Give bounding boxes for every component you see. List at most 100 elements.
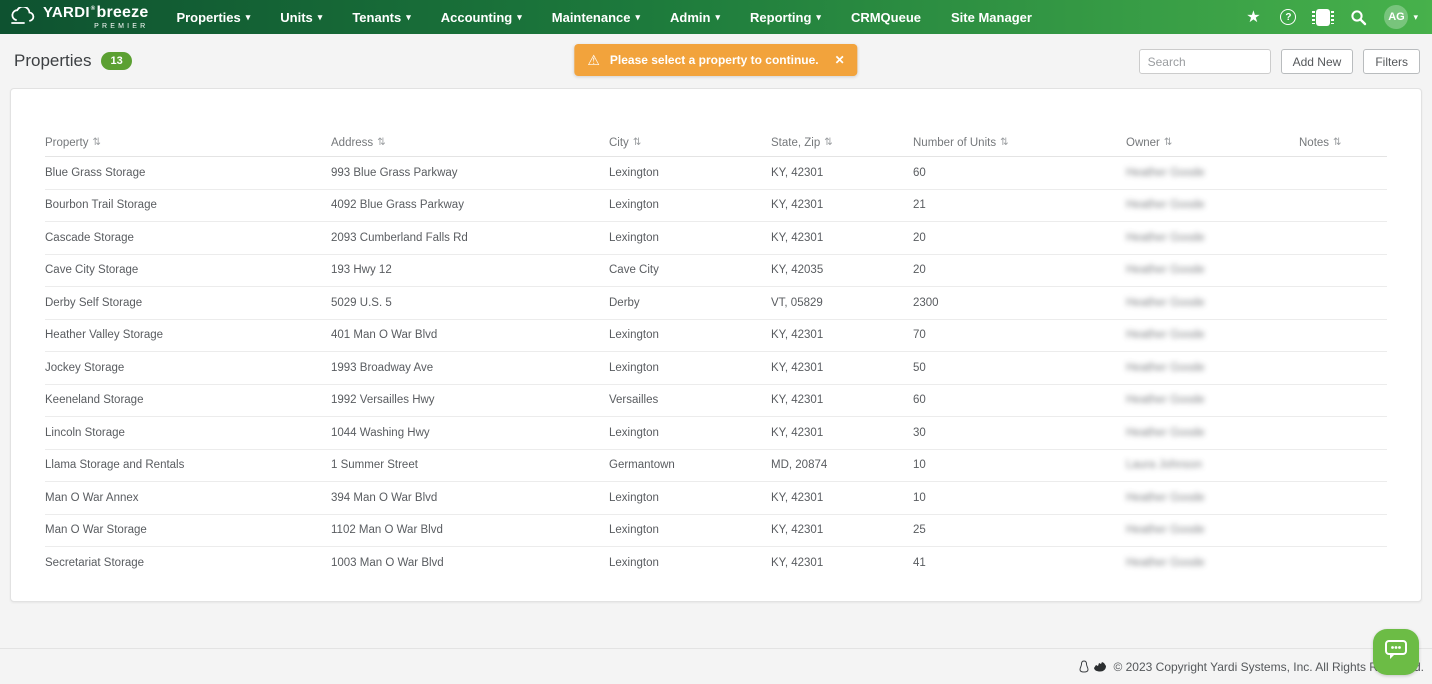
cell-units: 20 [913, 232, 1126, 244]
cell-address: 1044 Washing Hwy [331, 427, 609, 439]
cell-owner: Heather Goode [1126, 167, 1299, 179]
cell-address: 394 Man O War Blvd [331, 492, 609, 504]
table-header-row: Property⇅ Address⇅ City⇅ State, Zip⇅ Num… [45, 129, 1387, 156]
cell-property[interactable]: Keeneland Storage [45, 394, 331, 406]
search-icon[interactable] [1349, 8, 1367, 26]
cell-city: Lexington [609, 362, 771, 374]
cell-state-zip: KY, 42035 [771, 264, 913, 276]
properties-panel: Property⇅ Address⇅ City⇅ State, Zip⇅ Num… [10, 88, 1422, 602]
nav-item-crmqueue[interactable]: CRMQueue [851, 10, 921, 25]
table-row[interactable]: Bourbon Trail Storage 4092 Blue Grass Pa… [45, 189, 1387, 222]
chat-launcher-button[interactable] [1373, 629, 1419, 675]
cell-units: 41 [913, 557, 1126, 569]
column-header-owner[interactable]: Owner⇅ [1126, 137, 1299, 149]
table-row[interactable]: Llama Storage and Rentals 1 Summer Stree… [45, 449, 1387, 482]
add-new-button[interactable]: Add New [1281, 49, 1354, 74]
cell-city: Lexington [609, 427, 771, 439]
table-row[interactable]: Heather Valley Storage 401 Man O War Blv… [45, 319, 1387, 352]
nav-menu: Properties▾ Units▾ Tenants▾ Accounting▾ Main… [176, 10, 1032, 25]
cell-address: 4092 Blue Grass Parkway [331, 199, 609, 211]
cell-property[interactable]: Cave City Storage [45, 264, 331, 276]
cell-city: Versailles [609, 394, 771, 406]
nav-item-admin[interactable]: Admin▾ [670, 10, 720, 25]
sort-icon: ⇅ [377, 137, 385, 148]
cell-owner: Heather Goode [1126, 557, 1299, 569]
brand-premier: PREMIER [43, 23, 148, 30]
cell-property[interactable]: Blue Grass Storage [45, 167, 331, 179]
page-header: Properties 13 ⚠ Please select a property… [0, 34, 1432, 88]
cell-property[interactable]: Bourbon Trail Storage [45, 199, 331, 211]
table-row[interactable]: Derby Self Storage 5029 U.S. 5 Derby VT,… [45, 286, 1387, 319]
nav-item-site-manager[interactable]: Site Manager [951, 10, 1032, 25]
chevron-down-icon: ▾ [318, 12, 323, 23]
column-header-property[interactable]: Property⇅ [45, 137, 331, 149]
table-row[interactable]: Keeneland Storage 1992 Versailles Hwy Ve… [45, 384, 1387, 417]
cell-state-zip: KY, 42301 [771, 167, 913, 179]
cell-state-zip: KY, 42301 [771, 524, 913, 536]
cell-units: 60 [913, 167, 1126, 179]
cell-state-zip: KY, 42301 [771, 557, 913, 569]
nav-item-maintenance[interactable]: Maintenance▾ [552, 10, 640, 25]
table-row[interactable]: Man O War Storage 1102 Man O War Blvd Le… [45, 514, 1387, 547]
filters-button[interactable]: Filters [1363, 49, 1420, 74]
table-row[interactable]: Blue Grass Storage 993 Blue Grass Parkwa… [45, 156, 1387, 189]
cell-property[interactable]: Man O War Annex [45, 492, 331, 504]
column-header-state-zip[interactable]: State, Zip⇅ [771, 137, 913, 149]
cell-units: 10 [913, 459, 1126, 471]
cell-units: 25 [913, 524, 1126, 536]
cell-property[interactable]: Cascade Storage [45, 232, 331, 244]
cell-city: Germantown [609, 459, 771, 471]
cell-address: 401 Man O War Blvd [331, 329, 609, 341]
cell-owner: Heather Goode [1126, 524, 1299, 536]
cell-property[interactable]: Lincoln Storage [45, 427, 331, 439]
column-header-notes[interactable]: Notes⇅ [1299, 137, 1387, 149]
chevron-down-icon: ▾ [246, 12, 251, 23]
cell-property[interactable]: Man O War Storage [45, 524, 331, 536]
cell-owner: Heather Goode [1126, 427, 1299, 439]
table-row[interactable]: Lincoln Storage 1044 Washing Hwy Lexingt… [45, 416, 1387, 449]
favorites-star-icon[interactable]: ★ [1244, 8, 1262, 26]
table-body: Blue Grass Storage 993 Blue Grass Parkwa… [45, 156, 1387, 579]
cell-property[interactable]: Llama Storage and Rentals [45, 459, 331, 471]
toast-close-icon[interactable]: ✕ [835, 53, 845, 67]
cell-city: Cave City [609, 264, 771, 276]
column-header-city[interactable]: City⇅ [609, 137, 771, 149]
nav-item-properties[interactable]: Properties▾ [176, 10, 250, 25]
cell-units: 10 [913, 492, 1126, 504]
avatar: AG [1384, 5, 1408, 29]
penguin-icon [1079, 660, 1089, 673]
nav-item-units[interactable]: Units▾ [280, 10, 322, 25]
apps-chip-icon[interactable] [1314, 8, 1332, 26]
nav-item-accounting[interactable]: Accounting▾ [441, 10, 522, 25]
table-row[interactable]: Cascade Storage 2093 Cumberland Falls Rd… [45, 221, 1387, 254]
yardi-breeze-logo[interactable]: YARDI®breeze PREMIER [0, 5, 162, 30]
cell-address: 193 Hwy 12 [331, 264, 609, 276]
cell-owner: Laura Johnson [1126, 459, 1299, 471]
cell-city: Lexington [609, 199, 771, 211]
column-header-number-of-units[interactable]: Number of Units⇅ [913, 137, 1126, 149]
table-row[interactable]: Jockey Storage 1993 Broadway Ave Lexingt… [45, 351, 1387, 384]
table-row[interactable]: Man O War Annex 394 Man O War Blvd Lexin… [45, 481, 1387, 514]
table-row[interactable]: Cave City Storage 193 Hwy 12 Cave City K… [45, 254, 1387, 287]
cell-owner: Heather Goode [1126, 199, 1299, 211]
chevron-down-icon: ▾ [716, 12, 721, 23]
cell-property[interactable]: Jockey Storage [45, 362, 331, 374]
cell-units: 2300 [913, 297, 1126, 309]
cell-city: Lexington [609, 524, 771, 536]
nav-item-reporting[interactable]: Reporting▾ [750, 10, 821, 25]
sort-icon: ⇅ [1000, 137, 1008, 148]
help-icon[interactable]: ? [1279, 8, 1297, 26]
nav-item-tenants[interactable]: Tenants▾ [352, 10, 410, 25]
table-row[interactable]: Secretariat Storage 1003 Man O War Blvd … [45, 546, 1387, 579]
cell-property[interactable]: Heather Valley Storage [45, 329, 331, 341]
cell-units: 30 [913, 427, 1126, 439]
user-menu[interactable]: AG ▾ [1384, 5, 1418, 29]
column-header-address[interactable]: Address⇅ [331, 137, 609, 149]
cell-units: 70 [913, 329, 1126, 341]
cell-property[interactable]: Derby Self Storage [45, 297, 331, 309]
cell-property[interactable]: Secretariat Storage [45, 557, 331, 569]
search-input[interactable] [1139, 49, 1271, 74]
cell-state-zip: KY, 42301 [771, 199, 913, 211]
sort-icon: ⇅ [1164, 137, 1172, 148]
footer: © 2023 Copyright Yardi Systems, Inc. All… [0, 648, 1432, 684]
